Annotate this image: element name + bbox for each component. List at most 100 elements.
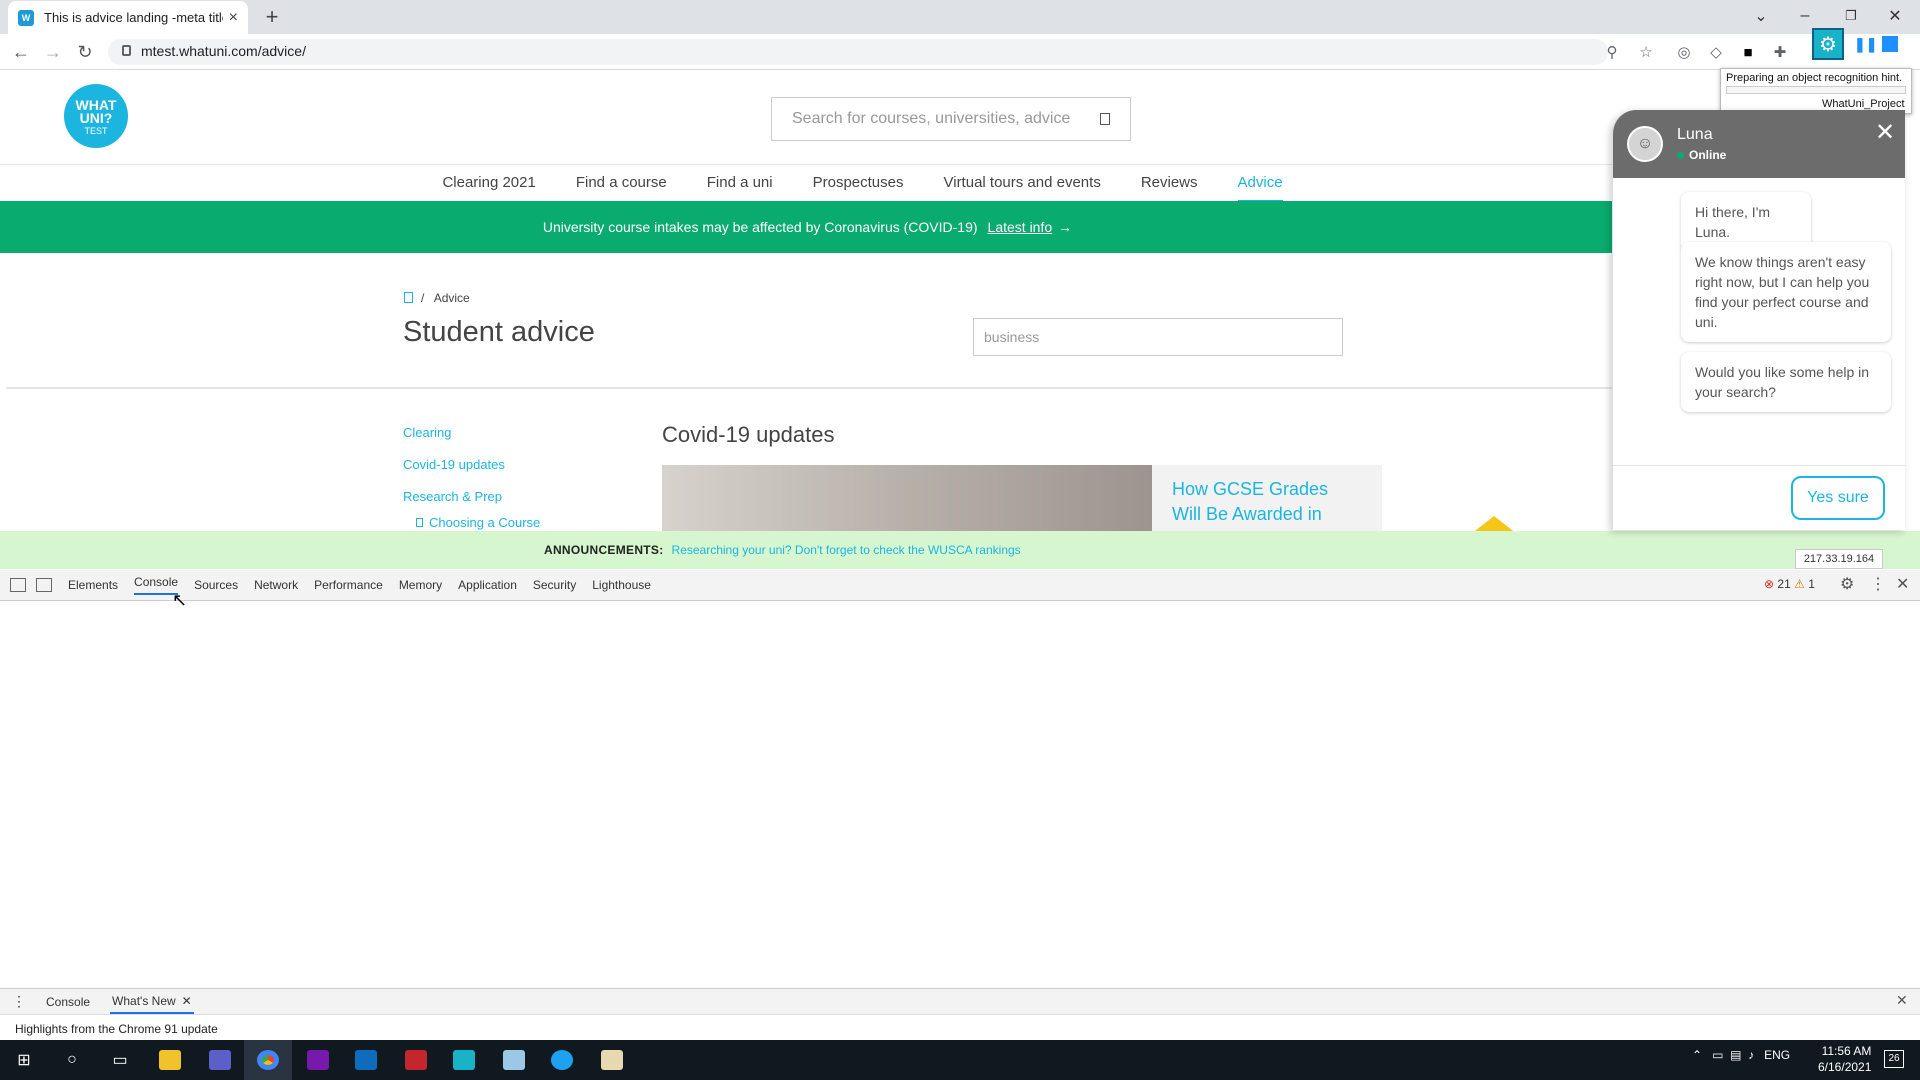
devtools-issue-counter[interactable]: ⊗ 21 ⚠ 1 [1764,577,1815,591]
close-window-button[interactable]: ✕ [1872,0,1918,32]
section-title: Covid-19 updates [662,422,835,447]
devtools-tab-application[interactable]: Application [458,578,517,592]
clock-date: 6/16/2021 [1818,1060,1872,1074]
app-icon[interactable] [490,1040,538,1080]
divider [6,386,1616,389]
forward-button[interactable]: → [40,39,66,65]
bot-avatar-icon: ☺ [1627,126,1663,162]
new-tab-button[interactable]: + [258,4,286,30]
search-icon[interactable] [1100,113,1110,125]
nav-item-advice[interactable]: Advice [1237,165,1283,202]
paint-icon[interactable] [588,1040,636,1080]
close-chat-icon[interactable]: ✕ [1875,118,1895,147]
close-devtools-icon[interactable]: ✕ [1896,574,1909,594]
sidebar-item-covid[interactable]: Covid-19 updates [403,457,505,472]
home-icon[interactable] [404,292,413,303]
recorder-extension-icon[interactable]: ⚙ [1812,28,1844,60]
recorder-app-icon[interactable] [440,1040,488,1080]
extension-progress-bar [1726,86,1906,94]
tab-title: This is advice landing -meta title [44,10,223,25]
device-toolbar-icon[interactable] [36,578,52,592]
back-button[interactable]: ← [8,39,34,65]
article-card-title[interactable]: How GCSE Grades Will Be Awarded in 2021 [1152,465,1382,549]
devtools-tab-memory[interactable]: Memory [399,578,442,592]
devtools-tab-lighthouse[interactable]: Lighthouse [592,578,651,592]
breadcrumb-current: Advice [433,291,470,305]
volume-icon[interactable]: ♪ [1748,1048,1754,1062]
bullet-icon [416,518,423,527]
extension-icon[interactable]: ◇ [1706,42,1726,62]
arrow-right-icon[interactable]: → [1058,219,1072,235]
latest-info-link[interactable]: Latest info [988,219,1053,235]
close-tab-icon[interactable]: × [229,9,238,27]
bookmark-star-icon[interactable]: ☆ [1636,42,1656,62]
chrome-icon[interactable] [244,1040,292,1080]
drawer-tab-whats-new[interactable]: What's New ✕ [110,989,194,1014]
advice-search-input[interactable]: business [973,318,1343,356]
browser-tab[interactable]: W This is advice landing -meta title × [8,1,248,34]
more-options-icon[interactable]: ⋮ [1870,574,1886,594]
devtools-tab-sources[interactable]: Sources [194,578,238,592]
clock[interactable]: 11:56 AM 6/16/2021 [1818,1043,1871,1075]
devtools-tab-performance[interactable]: Performance [314,578,383,592]
covid-banner: University course intakes may be affecte… [0,201,1615,253]
devtools-tab-elements[interactable]: Elements [68,578,118,592]
announcement-link[interactable]: Researching your uni? Don't forget to ch… [672,543,1021,557]
tab-search-icon[interactable]: ⌄ [1738,0,1784,32]
nav-item-find-course[interactable]: Find a course [576,165,667,202]
nav-item-virtual-tours[interactable]: Virtual tours and events [944,165,1101,202]
inspect-element-icon[interactable] [10,578,26,592]
file-explorer-icon[interactable] [146,1040,194,1080]
site-search-input[interactable]: Search for courses, universities, advice [771,97,1131,141]
drawer-menu-icon[interactable]: ⋮ [12,993,26,1010]
location-icon[interactable]: ⚲ [1602,42,1622,62]
pause-icon[interactable]: ❚❚ [1854,36,1877,52]
url-text[interactable]: mtest.whatuni.com/advice/ [141,43,306,59]
reload-button[interactable]: ↻ [72,39,98,65]
search-circle-icon[interactable]: ○ [48,1040,96,1080]
extension-project-name: WhatUni_Project [1822,98,1905,110]
app-shield-icon[interactable] [392,1040,440,1080]
chevron-up-icon[interactable]: ⌃ [1692,1048,1702,1062]
extension-icon[interactable]: ◎ [1674,42,1694,62]
extensions-puzzle-icon[interactable]: ✚ [1770,42,1790,62]
lock-icon[interactable] [122,45,131,56]
address-bar[interactable] [108,39,1608,65]
settings-gear-icon[interactable]: ⚙ [1840,574,1854,594]
devtools-tab-network[interactable]: Network [254,578,298,592]
whats-new-text: Highlights from the Chrome 91 update [15,1022,218,1036]
system-tray[interactable]: ⌃ ▭ ▤ ♪ ENG [1692,1048,1790,1062]
stop-icon[interactable] [1882,36,1898,52]
internet-explorer-icon[interactable] [538,1040,586,1080]
notifications-icon[interactable]: 26 [1884,1050,1904,1068]
nav-item-reviews[interactable]: Reviews [1141,165,1198,202]
teams-icon[interactable] [196,1040,244,1080]
network-icon[interactable]: ▤ [1730,1048,1741,1062]
devtools-panel [0,570,1920,1040]
extension-icon[interactable]: ■ [1738,42,1758,62]
chat-bot-name: Luna [1677,126,1713,143]
warning-count: 1 [1808,577,1815,591]
outlook-icon[interactable] [342,1040,390,1080]
language-indicator[interactable]: ENG [1764,1048,1790,1062]
yes-sure-button[interactable]: Yes sure [1791,476,1885,520]
sidebar-item-research[interactable]: Research & Prep [403,489,502,504]
nav-item-prospectuses[interactable]: Prospectuses [813,165,904,202]
nav-item-clearing[interactable]: Clearing 2021 [442,165,535,202]
error-icon: ⊗ [1764,577,1775,591]
nav-item-find-uni[interactable]: Find a uni [707,165,773,202]
sidebar-subitem-choosing[interactable]: Choosing a Course [416,515,540,530]
close-drawer-icon[interactable]: ✕ [1896,992,1908,1009]
sidebar-item-clearing[interactable]: Clearing [403,425,451,440]
breadcrumb-separator: / [421,291,425,305]
battery-icon[interactable]: ▭ [1712,1048,1723,1062]
devtools-tab-security[interactable]: Security [533,578,576,592]
mouse-cursor-icon: ↖ [172,590,188,610]
task-view-icon[interactable]: ▭ [96,1040,144,1080]
close-tab-icon[interactable]: ✕ [182,994,192,1008]
drawer-tab-console[interactable]: Console [46,995,90,1009]
start-windows-icon[interactable]: ⊞ [0,1040,48,1080]
whatuni-logo[interactable]: WHAT UNI? TEST [64,84,128,148]
article-image[interactable] [662,465,1152,531]
onenote-icon[interactable] [294,1040,342,1080]
